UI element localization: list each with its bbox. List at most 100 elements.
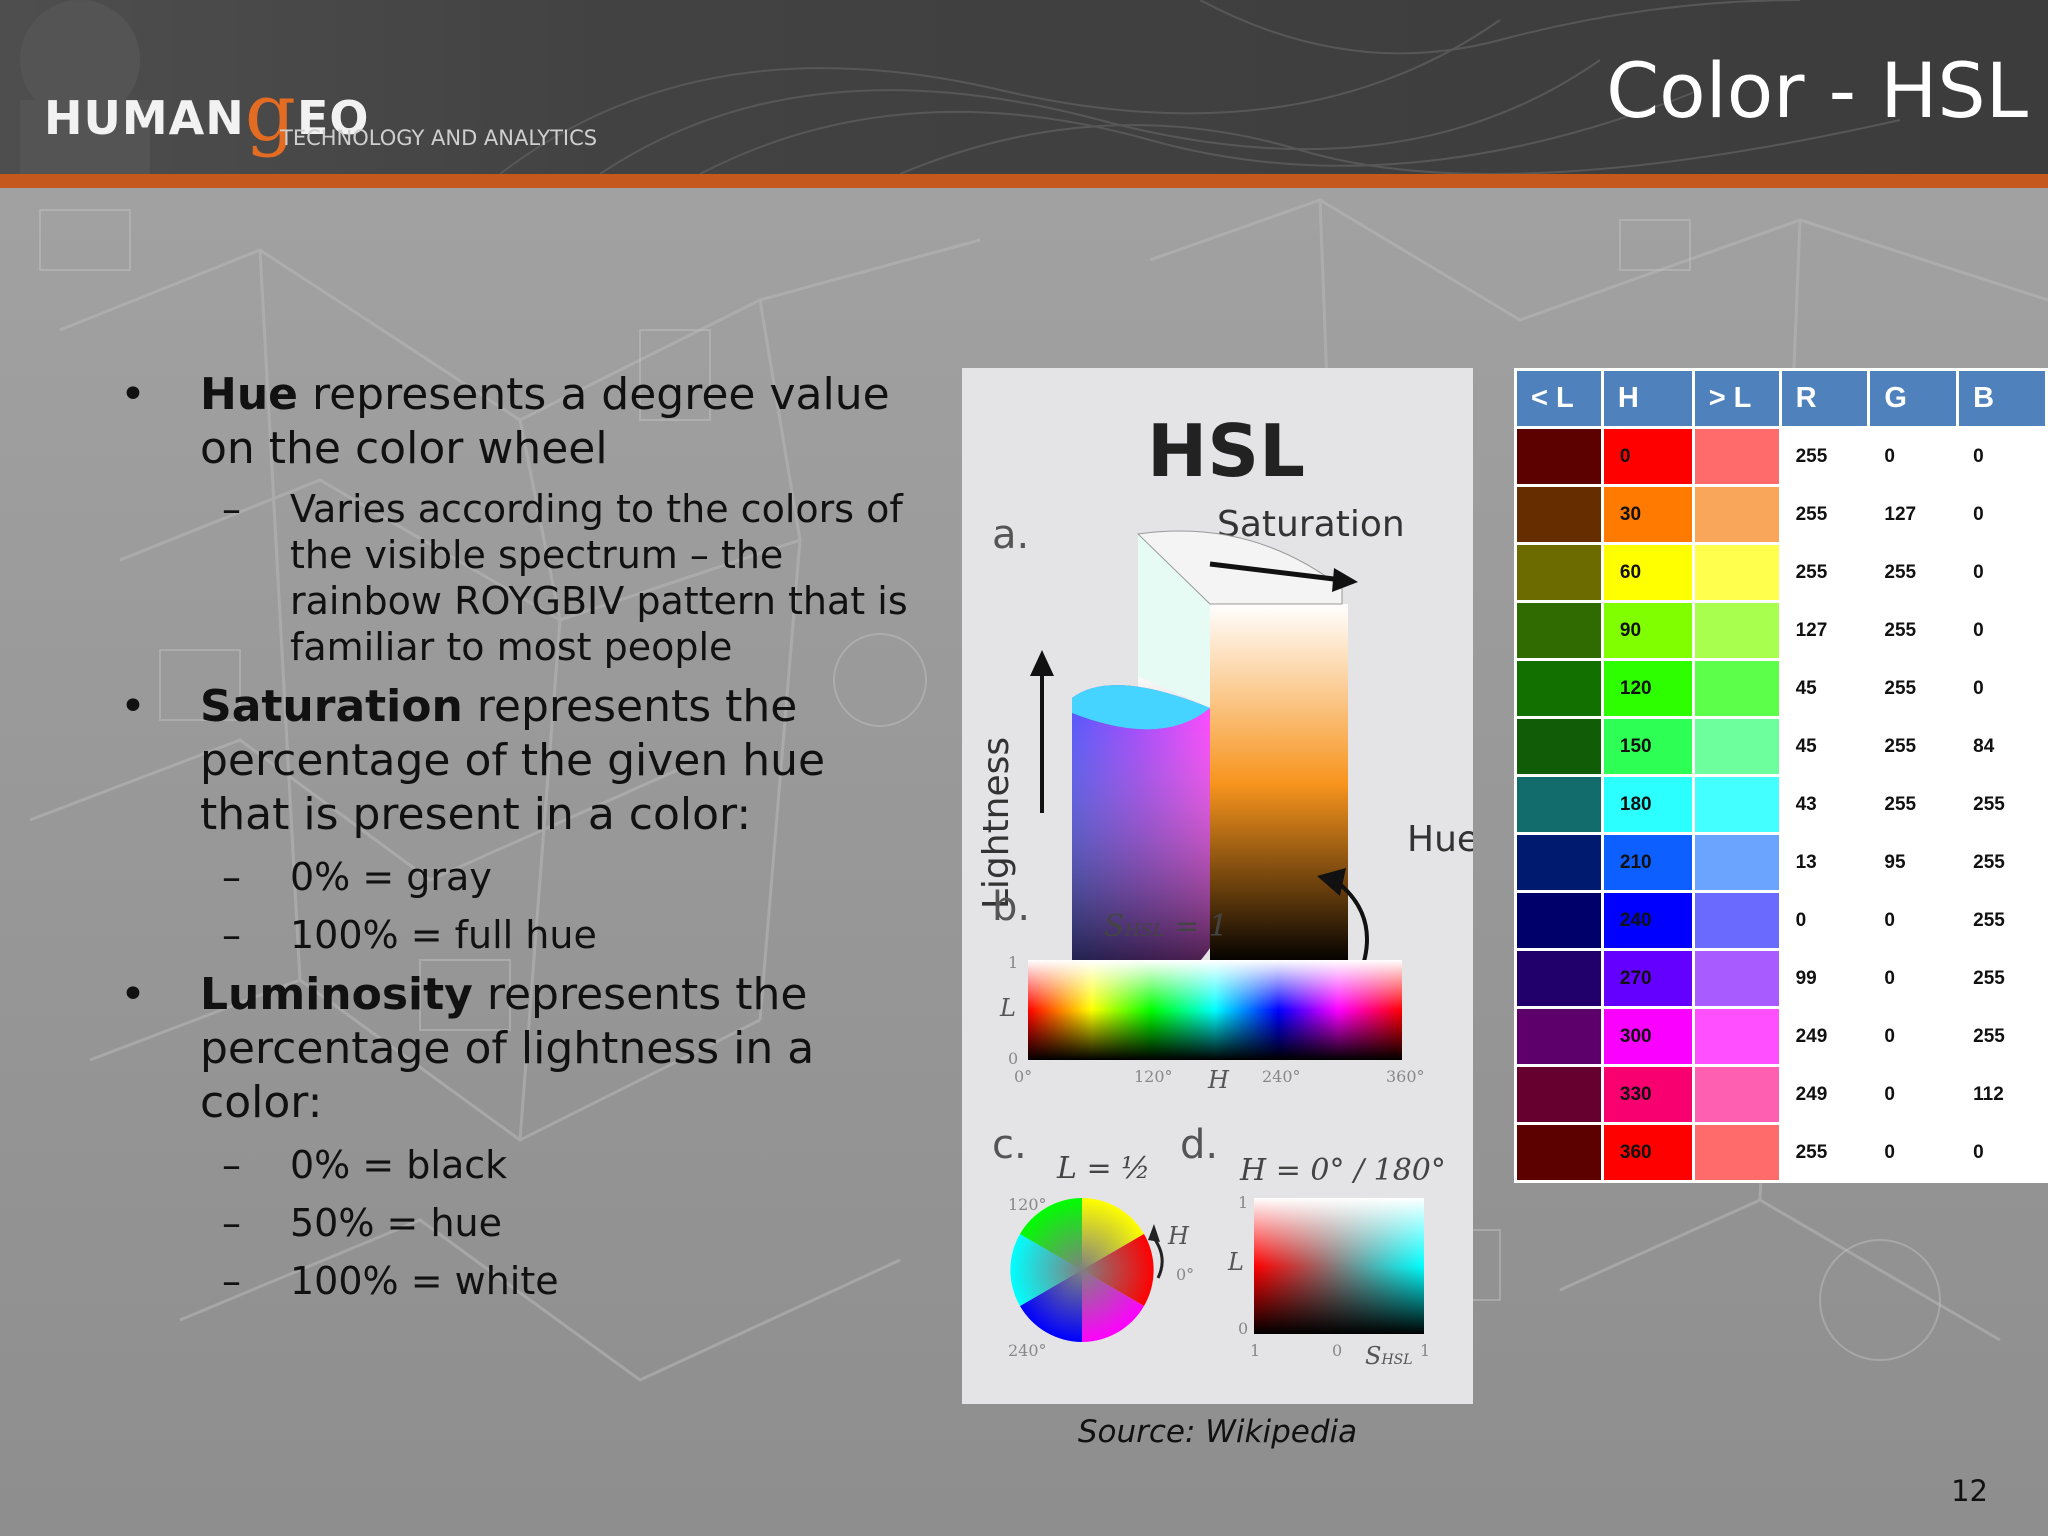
header-lighter-l: > L xyxy=(1691,368,1782,429)
darker-swatch xyxy=(1514,1006,1604,1067)
table-row: 60 255 255 0 xyxy=(1514,542,2048,603)
r-cell: 127 xyxy=(1778,600,1871,661)
lighter-swatch xyxy=(1691,542,1782,603)
table-body: 0 255 0 0 30 255 127 0 60 255 255 0 90 127 255 0 120 45 25… xyxy=(1514,426,2048,1183)
hue-slice-square xyxy=(1254,1198,1424,1334)
slide-title: Color - HSL xyxy=(1606,46,2028,135)
d-l: L xyxy=(1227,1248,1244,1276)
header-r: R xyxy=(1778,368,1871,429)
g-cell: 255 xyxy=(1867,716,1960,777)
lighter-swatch xyxy=(1691,1006,1782,1067)
lighter-swatch xyxy=(1691,600,1782,661)
hue-cell: 360 xyxy=(1600,1122,1695,1183)
hue-cell: 300 xyxy=(1600,1006,1695,1067)
bullet-luminosity: • Luminosity represents the percentage of… xyxy=(120,968,920,1130)
b-cell: 0 xyxy=(1956,484,2048,545)
d-x1: 1 xyxy=(1250,1341,1260,1360)
table-row: 30 255 127 0 xyxy=(1514,484,2048,545)
darker-swatch xyxy=(1514,426,1604,487)
humangeo-logo: HUMANgEO TECHNOLOGY AND ANALYTICS xyxy=(44,60,597,159)
table-row: 240 0 0 255 xyxy=(1514,890,2048,951)
d-saturation: SHSL xyxy=(1365,1342,1413,1370)
figure-label-b: b. xyxy=(992,884,1030,930)
darker-swatch xyxy=(1514,774,1604,835)
darker-swatch xyxy=(1514,832,1604,893)
table-row: 270 99 0 255 xyxy=(1514,948,2048,1009)
hue-cell: 30 xyxy=(1600,484,1695,545)
r-cell: 255 xyxy=(1778,484,1871,545)
darker-swatch xyxy=(1514,600,1604,661)
page-number: 12 xyxy=(1951,1474,1988,1508)
r-cell: 13 xyxy=(1778,832,1871,893)
sub-bullet: –100% = white xyxy=(222,1259,559,1303)
hue-cell: 330 xyxy=(1600,1064,1695,1125)
logo-tagline: TECHNOLOGY AND ANALYTICS xyxy=(280,126,598,150)
hue-cell: 210 xyxy=(1600,832,1695,893)
d-x1b: 1 xyxy=(1420,1341,1430,1360)
table-row: 90 127 255 0 xyxy=(1514,600,2048,661)
lighter-swatch xyxy=(1691,1064,1782,1125)
figure-source-caption: Source: Wikipedia xyxy=(1077,1414,1358,1450)
darker-swatch xyxy=(1514,658,1604,719)
g-cell: 0 xyxy=(1867,948,1960,1009)
b-cell: 0 xyxy=(1956,658,2048,719)
lighter-swatch xyxy=(1691,716,1782,777)
b-l: L xyxy=(999,994,1016,1022)
lighter-swatch xyxy=(1691,1122,1782,1183)
hue-cell: 150 xyxy=(1600,716,1695,777)
bullet-list: • Hue represents a degree value on the co… xyxy=(120,362,920,1304)
g-cell: 255 xyxy=(1867,658,1960,719)
d-hue-eq: H = 0° / 180° xyxy=(1239,1153,1446,1188)
r-cell: 249 xyxy=(1778,1006,1871,1067)
hue-cell: 240 xyxy=(1600,890,1695,951)
figure-label-a: a. xyxy=(992,512,1029,558)
darker-swatch xyxy=(1514,1122,1604,1183)
c-hue-arrow xyxy=(1152,1237,1164,1279)
b-tick-240: 240° xyxy=(1262,1067,1301,1086)
bullet-dot: • xyxy=(120,681,146,732)
sub-bullet: –100% = full hue xyxy=(222,913,597,957)
header-g: G xyxy=(1867,368,1960,429)
b-cell: 0 xyxy=(1956,542,2048,603)
b-l1: 1 xyxy=(1008,953,1018,972)
darker-swatch xyxy=(1514,484,1604,545)
hue-label: Hue xyxy=(1407,819,1473,860)
c-h: H xyxy=(1167,1222,1190,1250)
b-saturation-eq: SHSL = 1 xyxy=(1104,909,1228,944)
b-cell: 255 xyxy=(1956,890,2048,951)
table-row: 210 13 95 255 xyxy=(1514,832,2048,893)
d-l1: 1 xyxy=(1238,1193,1248,1212)
g-cell: 0 xyxy=(1867,426,1960,487)
d-l0: 0 xyxy=(1238,1319,1248,1338)
b-cell: 0 xyxy=(1956,1122,2048,1183)
c-120: 120° xyxy=(1008,1195,1047,1214)
table-row: 330 249 0 112 xyxy=(1514,1064,2048,1125)
r-cell: 0 xyxy=(1778,890,1871,951)
figure-title: HSL xyxy=(1147,409,1305,493)
bullet-hue: • Hue represents a degree value on the co… xyxy=(120,368,920,476)
r-cell: 255 xyxy=(1778,1122,1871,1183)
table-row: 360 255 0 0 xyxy=(1514,1122,2048,1183)
r-cell: 249 xyxy=(1778,1064,1871,1125)
d-x0: 0 xyxy=(1332,1341,1342,1360)
r-cell: 99 xyxy=(1778,948,1871,1009)
lighter-swatch xyxy=(1691,948,1782,1009)
g-cell: 0 xyxy=(1867,1122,1960,1183)
g-cell: 255 xyxy=(1867,542,1960,603)
sub-bullet: –50% = hue xyxy=(222,1201,503,1245)
hue-cell: 120 xyxy=(1600,658,1695,719)
g-cell: 0 xyxy=(1867,1006,1960,1067)
sub-bullet-text: 100% = full hue xyxy=(290,913,597,957)
darker-swatch xyxy=(1514,542,1604,603)
c-240: 240° xyxy=(1008,1341,1047,1360)
header-darker-l: < L xyxy=(1514,368,1604,429)
header-b: B xyxy=(1956,368,2048,429)
darker-swatch xyxy=(1514,716,1604,777)
hue-cell: 270 xyxy=(1600,948,1695,1009)
bullet-term: Luminosity xyxy=(200,969,473,1020)
b-cell: 0 xyxy=(1956,426,2048,487)
r-cell: 45 xyxy=(1778,658,1871,719)
header-h: H xyxy=(1600,368,1695,429)
hue-cell: 0 xyxy=(1600,426,1695,487)
r-cell: 255 xyxy=(1778,426,1871,487)
